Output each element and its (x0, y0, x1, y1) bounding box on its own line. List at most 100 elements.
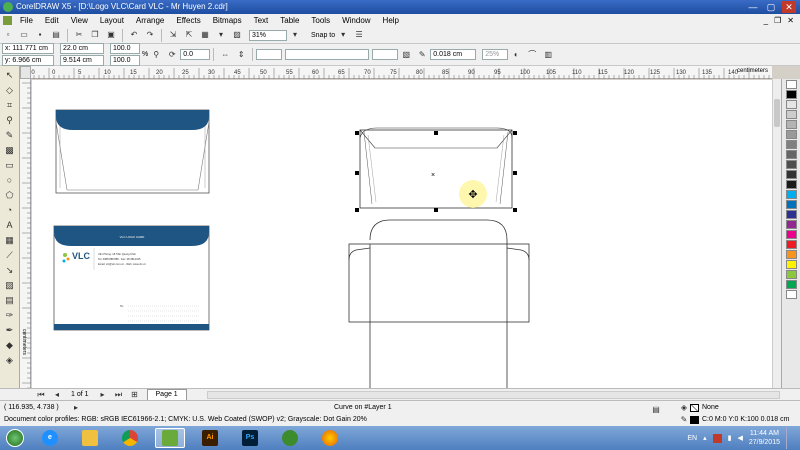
taskbar-explorer[interactable] (75, 428, 105, 448)
menu-window[interactable]: Window (336, 14, 376, 27)
prev-page-icon[interactable]: ◂ (52, 390, 62, 400)
snap-to-dropdown[interactable]: Snap to (311, 32, 335, 39)
taskbar-illustrator[interactable]: Ai (195, 428, 225, 448)
taskbar-ie[interactable]: e (35, 428, 65, 448)
envelope-front-design[interactable]: VLC LOGO CARD VLC Văn Phòng: 18 Trần Qua… (53, 225, 210, 331)
page-tab[interactable]: Page 1 (146, 388, 187, 401)
connector-tool-icon[interactable]: ↘ (4, 264, 16, 276)
clock[interactable]: 11:44 AM 27/9/2015 (749, 429, 780, 447)
palette-swatch[interactable] (785, 240, 797, 249)
import-icon[interactable]: ⇲ (168, 30, 178, 40)
height-field[interactable]: 9.514 cm (60, 55, 104, 66)
convert-curve-icon[interactable]: ⌒ (527, 50, 537, 60)
zoom-level-field[interactable]: 31% (249, 29, 287, 41)
menu-tools[interactable]: Tools (305, 14, 336, 27)
menu-arrange[interactable]: Arrange (130, 14, 170, 27)
line-style-dropdown[interactable] (285, 49, 370, 60)
palette-swatch[interactable] (785, 130, 797, 139)
ellipse-tool-icon[interactable]: ○ (4, 174, 16, 186)
palette-swatch[interactable] (785, 220, 797, 229)
rectangle-tool-icon[interactable]: ▭ (4, 159, 16, 171)
publish-pdf-icon[interactable]: ▦ (200, 30, 210, 40)
interactive-fill-icon[interactable]: ◈ (4, 354, 16, 366)
selected-envelope-outline[interactable] (359, 127, 513, 209)
save-icon[interactable]: ▪ (35, 30, 45, 40)
palette-swatch[interactable] (785, 200, 797, 209)
tray-network-icon[interactable]: ▮ (728, 434, 732, 442)
horizontal-scrollbar[interactable] (206, 390, 780, 399)
angle-field[interactable]: 0.0 (180, 49, 211, 60)
app-launcher-icon[interactable]: ▾ (216, 30, 226, 40)
taskbar-photoshop[interactable]: Ps (235, 428, 265, 448)
export-icon[interactable]: ⇱ (184, 30, 194, 40)
envelope-dieline[interactable] (348, 219, 530, 388)
next-page-icon[interactable]: ▸ (98, 390, 108, 400)
palette-swatch[interactable] (785, 110, 797, 119)
show-desktop-button[interactable] (786, 427, 794, 449)
text-tool-icon[interactable]: A (4, 219, 16, 231)
tray-arrow-icon[interactable]: ▴ (703, 434, 707, 442)
crop-tool-icon[interactable]: ⌗ (4, 99, 16, 111)
menu-help[interactable]: Help (377, 14, 405, 27)
start-button[interactable] (0, 426, 30, 450)
new-icon[interactable]: ▫ (3, 30, 13, 40)
lock-ratio-icon[interactable]: ⚲ (151, 50, 161, 60)
wrap-text-icon[interactable]: ▧ (401, 50, 411, 60)
transparency-icon[interactable]: ◐ (511, 50, 521, 60)
options-icon[interactable]: ☰ (354, 30, 364, 40)
vertical-scrollbar[interactable] (772, 79, 781, 388)
palette-swatch[interactable] (785, 140, 797, 149)
paste-icon[interactable]: ▣ (106, 30, 116, 40)
menu-edit[interactable]: Edit (39, 14, 65, 27)
freehand-tool-icon[interactable]: ✎ (4, 129, 16, 141)
menu-bitmaps[interactable]: Bitmaps (207, 14, 248, 27)
palette-swatch[interactable] (785, 190, 797, 199)
blend-tool-icon[interactable]: ▨ (4, 279, 16, 291)
minimize-button[interactable]: — (746, 1, 760, 13)
taskbar-coreldraw[interactable] (155, 428, 185, 448)
palette-swatch[interactable] (785, 80, 797, 89)
doc-restore-button[interactable]: ❐ (774, 14, 781, 27)
taskbar-corel-green[interactable] (275, 428, 305, 448)
width-field[interactable]: 22.0 cm (60, 43, 104, 54)
language-indicator[interactable]: EN (687, 435, 697, 442)
transparency-tool-icon[interactable]: ▤ (4, 294, 16, 306)
basic-shapes-icon[interactable]: ◔ (4, 204, 16, 216)
zoom-dropdown-icon[interactable]: ▾ (290, 30, 300, 40)
copy-icon[interactable]: ❐ (90, 30, 100, 40)
palette-swatch[interactable] (785, 170, 797, 179)
scrollbar-thumb[interactable] (774, 99, 780, 127)
menu-file[interactable]: File (14, 14, 39, 27)
taskbar-chrome[interactable] (115, 428, 145, 448)
open-icon[interactable]: ▭ (19, 30, 29, 40)
palette-swatch[interactable] (785, 120, 797, 129)
taskbar-firefox[interactable] (315, 428, 345, 448)
selection-handles[interactable] (355, 131, 517, 212)
add-page-icon[interactable]: ⊞ (130, 390, 140, 400)
menu-view[interactable]: View (65, 14, 94, 27)
welcome-icon[interactable]: ▨ (232, 30, 242, 40)
redo-icon[interactable]: ↷ (145, 30, 155, 40)
smart-fill-icon[interactable]: ▩ (4, 144, 16, 156)
print-icon[interactable]: ▤ (51, 30, 61, 40)
undo-icon[interactable]: ↶ (129, 30, 139, 40)
palette-swatch[interactable] (785, 290, 797, 299)
drawing-canvas[interactable]: VLC LOGO CARD VLC Văn Phòng: 18 Trần Qua… (32, 80, 772, 388)
palette-swatch[interactable] (785, 160, 797, 169)
last-page-icon[interactable]: ⏭ (114, 390, 124, 400)
close-button[interactable]: ✕ (782, 1, 796, 13)
palette-swatch[interactable] (785, 90, 797, 99)
scale-height-field[interactable]: 100.0 (110, 55, 140, 66)
shape-tool-icon[interactable]: ◇ (4, 84, 16, 96)
status-options-icon[interactable]: ▤ (651, 405, 661, 415)
palette-swatch[interactable] (785, 230, 797, 239)
snap-dropdown-icon[interactable]: ▾ (338, 30, 348, 40)
outline-width-field[interactable]: 0.018 cm (430, 49, 477, 60)
palette-swatch[interactable] (785, 260, 797, 269)
tray-antivirus-icon[interactable] (712, 433, 722, 443)
palette-swatch[interactable] (785, 210, 797, 219)
first-page-icon[interactable]: ⏮ (36, 390, 46, 400)
outline-tool-icon[interactable]: ✒ (4, 324, 16, 336)
horizontal-ruler[interactable]: -100510152025304550556065707580859095100… (20, 66, 772, 79)
opacity-field[interactable]: 25% (482, 49, 509, 60)
